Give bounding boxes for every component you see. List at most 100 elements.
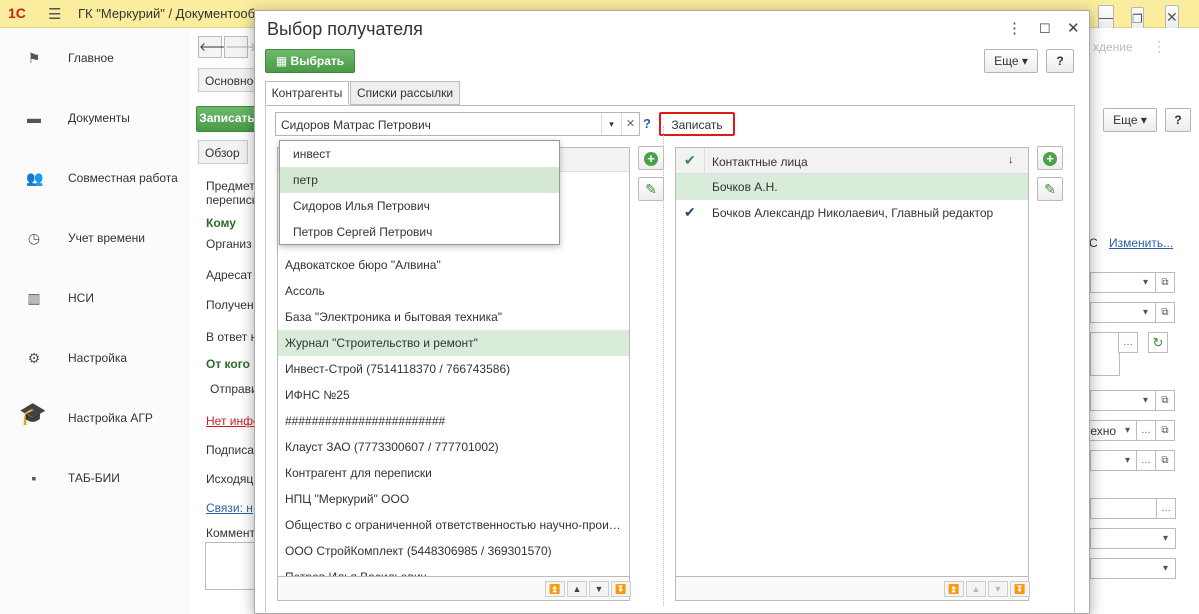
bg-field-3-select[interactable]: … (1118, 332, 1138, 353)
more-dots-icon[interactable]: ⋮ (1152, 38, 1166, 55)
bg-field-7-select[interactable]: … (1156, 498, 1176, 519)
bg-field-8-dropdown[interactable]: ▾ (1156, 528, 1176, 549)
sidebar-item-7[interactable]: 🎓 Настройка АГР (0, 403, 190, 433)
save-button[interactable]: Записать (659, 112, 735, 136)
back-icon[interactable]: 🡐 (198, 36, 231, 58)
bg-field-6-dropdown[interactable]: ▾ (1118, 450, 1138, 471)
bg-field-5-open[interactable]: ⧉ (1155, 420, 1175, 441)
contractor-row[interactable]: Ассоль (278, 278, 629, 304)
contacts-first-icon[interactable]: ⏫ (944, 581, 964, 597)
links-link[interactable]: Связи: н (206, 501, 253, 515)
search-dropdown-icon[interactable]: ▾ (601, 113, 621, 135)
bg-field-8[interactable] (1090, 528, 1158, 549)
dialog-help-button[interactable]: ? (1046, 49, 1074, 73)
tab-main[interactable]: Основное (198, 68, 260, 92)
autocomplete-item[interactable]: инвест (280, 141, 559, 167)
bg-field-1-open[interactable]: ⧉ (1155, 272, 1175, 293)
autocomplete-item[interactable]: петр (280, 167, 559, 193)
contractor-row[interactable]: Инвест-Строй (7514118370 / 766743586) (278, 356, 629, 382)
search-clear-icon[interactable]: ✕ (621, 113, 639, 135)
bg-field-4[interactable] (1090, 390, 1138, 411)
bg-field-6-open[interactable]: ⧉ (1155, 450, 1175, 471)
close-app-icon[interactable]: ✕ (1165, 5, 1179, 29)
bg-field-7[interactable] (1090, 498, 1158, 519)
add-contact-button[interactable]: + (1037, 146, 1063, 170)
sidebar-item-5[interactable]: ▥ НСИ (0, 283, 190, 313)
tab-icon: ▪ (31, 470, 37, 486)
bg-field-6[interactable] (1090, 450, 1120, 471)
minimize-icon[interactable]: — (1098, 5, 1114, 29)
bg-field-9-dropdown[interactable]: ▾ (1156, 558, 1176, 579)
sidebar-item-3[interactable]: 👥 Совместная работа (0, 163, 190, 193)
contact-row[interactable]: ✔ Бочков Александр Николаевич, Главный ре… (676, 200, 1028, 226)
splitter[interactable] (663, 126, 664, 606)
contractor-row[interactable]: Журнал "Строительство и ремонт" (278, 330, 629, 356)
no-info-link[interactable]: Нет инфо (206, 414, 260, 428)
dialog-more-button[interactable]: Еще ▾ (984, 49, 1038, 73)
bg-field-5-select[interactable]: … (1136, 420, 1156, 441)
search-input[interactable]: Сидоров Матрас Петрович ▾ ✕ (275, 112, 640, 136)
tab-contractors[interactable]: Контрагенты (265, 81, 349, 105)
contact-row[interactable]: Бочков А.Н. (676, 174, 1028, 200)
contact-name: Бочков А.Н. (712, 180, 778, 194)
header-divider (704, 148, 705, 174)
bg-field-1-dropdown[interactable]: ▾ (1136, 272, 1156, 293)
edit-contact-button[interactable]: ✎ (1037, 177, 1063, 201)
bg-help-button[interactable]: ? (1165, 108, 1191, 132)
tab-overview[interactable]: Обзор (198, 140, 248, 164)
bg-field-2-dropdown[interactable]: ▾ (1136, 302, 1156, 323)
contacts-down-icon[interactable]: ▼ (988, 581, 1008, 597)
bg-field-3[interactable] (1090, 332, 1120, 376)
refresh-icon[interactable]: ↻ (1148, 332, 1168, 353)
sidebar-item-label: Учет времени (68, 231, 145, 245)
contractor-row[interactable]: Адвокатское бюро "Алвина" (278, 252, 629, 278)
scroll-up-icon[interactable]: ▲ (567, 581, 587, 597)
forward-icon[interactable]: 🡒 (224, 36, 257, 58)
dialog-close-icon[interactable]: ✕ (1067, 19, 1080, 37)
hamburger-menu-icon[interactable]: ☰ (48, 5, 61, 23)
bg-field-6-select[interactable]: … (1136, 450, 1156, 471)
scroll-last-icon[interactable]: ⏬ (611, 581, 631, 597)
search-help-icon[interactable]: ? (643, 116, 651, 131)
bg-save-button[interactable]: Записать (196, 106, 258, 132)
scroll-first-icon[interactable]: ⏫ (545, 581, 565, 597)
autocomplete-item[interactable]: Петров Сергей Петрович (280, 219, 559, 245)
bg-field-2[interactable] (1090, 302, 1138, 323)
contractor-row[interactable]: База "Электроника и бытовая техника" (278, 304, 629, 330)
sort-down-icon[interactable]: ↓ (1008, 154, 1014, 166)
contractor-row[interactable]: Общество с ограниченной ответственностью… (278, 512, 629, 538)
tab-mailing-lists[interactable]: Списки рассылки (350, 81, 460, 105)
change-link[interactable]: Изменить... (1109, 236, 1173, 250)
sidebar-item-6[interactable]: ⚙ Настройка (0, 343, 190, 373)
sidebar-item-4[interactable]: ◷ Учет времени (0, 223, 190, 253)
contractor-row[interactable]: Контрагент для переписки (278, 460, 629, 486)
bg-field-4-open[interactable]: ⧉ (1155, 390, 1175, 411)
contractor-row[interactable]: НПЦ "Меркурий" ООО (278, 486, 629, 512)
sidebar-item-2[interactable]: ▬ Документы (0, 103, 190, 133)
contacts-list[interactable]: ✔ Контактные лица ↓ Бочков А.Н. ✔ Бочков А… (675, 147, 1029, 577)
contractor-row[interactable]: ООО СтройКомплект (5448306985 / 36930157… (278, 538, 629, 564)
contractor-row[interactable]: ######################## (278, 408, 629, 434)
contacts-last-icon[interactable]: ⏬ (1010, 581, 1030, 597)
add-contractor-button[interactable]: + (638, 146, 664, 170)
bg-field-4-dropdown[interactable]: ▾ (1136, 390, 1156, 411)
bg-more-button[interactable]: Еще ▾ (1103, 108, 1157, 132)
contractor-row[interactable]: ИФНС №25 (278, 382, 629, 408)
bg-field-1[interactable] (1090, 272, 1138, 293)
to-heading: Кому (206, 216, 236, 230)
scroll-down-icon[interactable]: ▼ (589, 581, 609, 597)
sidebar-item-1[interactable]: ⚑ Главное (0, 43, 190, 73)
select-button[interactable]: ▦ Выбрать (265, 49, 355, 73)
dialog-maximize-icon[interactable]: ☐ (1039, 21, 1051, 37)
contacts-up-icon[interactable]: ▲ (966, 581, 986, 597)
bg-field-2-open[interactable]: ⧉ (1155, 302, 1175, 323)
bg-field-9[interactable] (1090, 558, 1158, 579)
autocomplete-item[interactable]: Сидоров Илья Петрович (280, 193, 559, 219)
sidebar-item-8[interactable]: ▪ ТАБ-БИИ (0, 463, 190, 493)
dialog-more-icon[interactable]: ⋮ (1007, 19, 1022, 37)
contractor-row[interactable]: Клауст ЗАО (7773300607 / 777701002) (278, 434, 629, 460)
bg-field-5-dropdown[interactable]: ▾ (1118, 420, 1138, 441)
edit-contractor-button[interactable]: ✎ (638, 177, 664, 201)
contacts-header-label[interactable]: Контактные лица (712, 155, 808, 169)
contractor-row[interactable]: Петров Илья Васильевич (278, 564, 629, 576)
